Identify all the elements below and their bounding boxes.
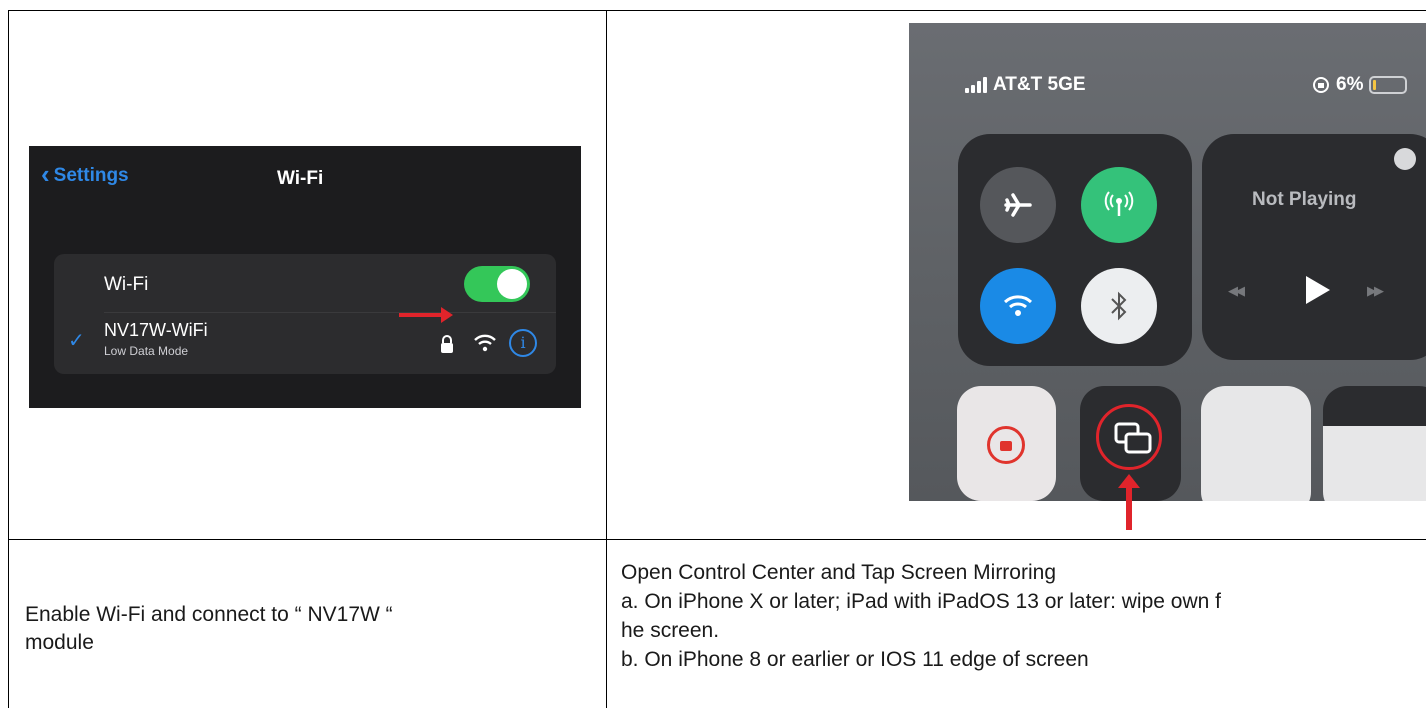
rotation-lock-icon [987,426,1025,464]
left-caption: Enable Wi-Fi and connect to “ NV17W “ mo… [25,601,393,657]
chevron-left-icon: ‹ [41,159,50,189]
table-row-divider [8,539,1426,540]
bluetooth-button[interactable] [1081,268,1157,344]
status-bar-battery: 6% [1312,74,1408,96]
table-column-divider [606,10,607,708]
signal-bars-icon [965,77,987,93]
red-arrow-icon [399,307,453,323]
red-arrow-icon [1118,474,1140,530]
airplay-icon[interactable] [1394,148,1416,170]
airplane-mode-button[interactable] [980,167,1056,243]
info-icon[interactable]: i [509,329,537,357]
caption-line: Enable Wi-Fi and connect to “ NV17W “ [25,603,393,626]
battery-percent: 6% [1336,74,1364,95]
wifi-row-label: Wi-Fi [104,274,149,295]
network-name[interactable]: NV17W-WiFi [104,320,208,341]
network-subtitle: Low Data Mode [104,344,189,358]
caption-line: b. On iPhone 8 or earlier or IOS 11 edge… [621,648,1089,671]
instruction-table: ‹ Settings Wi-Fi Wi-Fi ✓ NV17W-WiFi Low … [0,0,1426,708]
next-icon[interactable]: ▶▶ [1367,283,1384,299]
table-border-left [8,10,9,708]
lock-icon [441,335,453,353]
now-playing-label: Not Playing [1252,189,1357,210]
caption-line: module [25,631,94,654]
carrier-label: AT&T 5GE [993,74,1086,95]
page-title: Wi-Fi [277,168,324,189]
bluetooth-icon [1111,291,1127,321]
caption-line: he screen. [621,619,720,642]
cellular-data-button[interactable] [1081,167,1157,243]
battery-icon [1369,76,1408,94]
wifi-settings-card: Wi-Fi ✓ NV17W-WiFi Low Data Mode i [54,254,556,374]
volume-slider[interactable] [1323,386,1426,501]
right-caption: Open Control Center and Tap Screen Mirro… [621,558,1426,674]
control-center-screenshot: AT&T 5GE 6% Not Playing ◀◀ ▶▶ [909,23,1426,501]
orientation-lock-status-icon [1313,77,1329,93]
media-module: Not Playing ◀◀ ▶▶ [1202,134,1426,360]
airplane-icon [1004,193,1032,217]
cellular-icon [1104,191,1134,216]
back-label: Settings [53,164,129,186]
rotation-lock-button[interactable] [957,386,1056,501]
volume-fill [1323,426,1426,501]
previous-icon[interactable]: ◀◀ [1228,283,1245,299]
caption-line: a. On iPhone X or later; iPad with iPadO… [621,590,1221,613]
wifi-settings-screenshot: ‹ Settings Wi-Fi Wi-Fi ✓ NV17W-WiFi Low … [29,146,581,408]
table-border-top [8,10,1426,11]
wifi-signal-icon [474,334,496,352]
play-icon[interactable] [1306,276,1330,304]
wifi-button[interactable] [980,268,1056,344]
wifi-icon [1003,295,1033,316]
brightness-slider[interactable] [1201,386,1311,501]
settings-back-button[interactable]: ‹ Settings [41,159,129,189]
status-bar-carrier: AT&T 5GE [965,74,1086,96]
wifi-toggle[interactable] [464,266,530,302]
divider [104,312,556,313]
screen-mirroring-icon [1114,422,1152,454]
toggle-knob [497,269,527,299]
caption-line: Open Control Center and Tap Screen Mirro… [621,561,1057,584]
connectivity-module [958,134,1192,366]
checkmark-icon: ✓ [68,330,85,352]
